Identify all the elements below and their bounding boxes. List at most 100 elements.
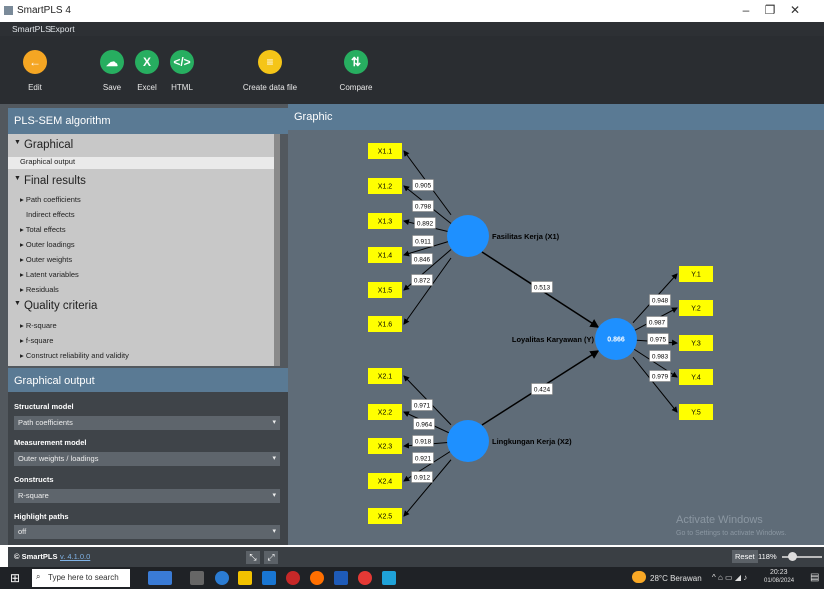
close-icon[interactable]: ✕ (785, 3, 805, 17)
indicator-label: X2.2 (378, 410, 393, 417)
tree-item-label: Construct reliability and validity (25, 351, 129, 360)
html-file-icon: </> (170, 50, 194, 74)
indicator-label: X1.5 (378, 288, 393, 295)
file-explorer-icon[interactable] (238, 571, 252, 585)
loading-arrow (632, 356, 678, 413)
taskbar-widget-icon[interactable] (148, 571, 172, 585)
chrome-icon[interactable] (358, 571, 372, 585)
y-loading-label: 0.979 (652, 374, 669, 381)
construct-x1-label: Fasilitas Kerja (X1) (492, 232, 560, 241)
construct-x2[interactable] (447, 420, 489, 462)
clock-time[interactable]: 20:23 (770, 569, 788, 576)
maximize-icon[interactable]: ❐ (760, 3, 780, 17)
construct-x1[interactable] (447, 215, 489, 257)
clock-date[interactable]: 01/08/2024 (764, 578, 794, 584)
edit-button[interactable]: ← Edit (5, 50, 65, 92)
x2-loading-label: 0.971 (414, 403, 431, 410)
tree-item-label: Total effects (25, 225, 66, 234)
tree-item-label: Residuals (25, 285, 59, 294)
tree-item-label: f-square (25, 336, 54, 345)
indicator-label: X2.1 (378, 374, 393, 381)
app-icon-red[interactable] (286, 571, 300, 585)
x2-loading-label: 0.964 (416, 422, 433, 429)
left-footer: © SmartPLS v. 4.1.0.0 ⤡ ⤢ (8, 547, 288, 567)
tree-item-path-coefficients[interactable]: ▸ Path coefficients (20, 195, 81, 204)
tree-item-outer-weights[interactable]: ▸ Outer weights (20, 255, 72, 264)
tree-item-label: Path coefficients (25, 195, 81, 204)
reset-button[interactable]: Reset (732, 550, 758, 563)
path-model-diagram[interactable]: X1.1 X1.2 X1.3 X1.4 X1.5 X1.6 X2.1 X2.2 X2.3 X2.4… (288, 130, 824, 545)
tree-item-total-effects[interactable]: ▸ Total effects (20, 225, 66, 234)
create-data-file-button[interactable]: ≡ Create data file (230, 50, 310, 92)
select-value: off (18, 527, 27, 536)
constructs-select[interactable]: R-square ▾ (14, 489, 280, 503)
smartpls-window: SmartPLS 4 – ❐ ✕ SmartPLS Export ← Edit … (0, 0, 824, 589)
store-icon[interactable] (262, 571, 276, 585)
construct-y-label: Loyalitas Karyawan (Y) (512, 335, 595, 344)
search-placeholder: Type here to search (48, 573, 119, 582)
tree-item-graphical-output[interactable]: Graphical output (8, 157, 280, 169)
create-data-file-label: Create data file (242, 83, 298, 92)
tree-section-graphical[interactable]: ▼ Graphical (14, 139, 73, 151)
task-view-icon[interactable] (190, 571, 204, 585)
tree-item-indirect-effects[interactable]: Indirect effects (26, 210, 75, 219)
taskbar-search[interactable]: ⌕ Type here to search (32, 569, 130, 587)
back-arrow-icon: ← (23, 50, 47, 74)
app-icon (4, 6, 13, 15)
x2-loading-label: 0.912 (414, 475, 431, 482)
expand-icon[interactable]: ⤢ (264, 551, 278, 564)
structural-model-select[interactable]: Path coefficients ▾ (14, 416, 280, 430)
path-coefficient-x1-y: 0.513 (534, 285, 551, 292)
x1-loading-label: 0.798 (415, 204, 432, 211)
indicator-label: Y.4 (691, 375, 701, 382)
firefox-icon[interactable] (310, 571, 324, 585)
highlight-paths-select[interactable]: off ▾ (14, 525, 280, 539)
windows-start-icon[interactable]: ⊞ (10, 571, 20, 585)
collapse-triangle-icon: ▼ (14, 175, 21, 182)
indicator-label: Y.2 (691, 306, 701, 313)
indicator-label: Y.1 (691, 272, 701, 279)
highlight-paths-label: Highlight paths (14, 512, 69, 521)
edge-browser-icon[interactable] (215, 571, 229, 585)
tree-item-construct-reliability[interactable]: ▸ Construct reliability and validity (20, 351, 129, 360)
x2-loading-label: 0.921 (415, 456, 432, 463)
notifications-icon[interactable]: ▤ (810, 572, 819, 583)
tree-item-r-square[interactable]: ▸ R-square (20, 321, 57, 330)
smartpls-taskbar-icon[interactable] (382, 571, 396, 585)
tree-section-final-results[interactable]: ▼ Final results (14, 175, 86, 187)
tree-item-f-square[interactable]: ▸ f-square (20, 336, 53, 345)
y-loading-label: 0.975 (650, 337, 667, 344)
measurement-model-label: Measurement model (14, 438, 87, 447)
loading-arrow (403, 459, 452, 517)
indicator-label: Y.3 (691, 341, 701, 348)
tree-item-latent-variables[interactable]: ▸ Latent variables (20, 270, 79, 279)
y-loading-label: 0.987 (649, 320, 666, 327)
measurement-model-select[interactable]: Outer weights / loadings ▾ (14, 452, 280, 466)
path-coefficient-x2-y: 0.424 (534, 387, 551, 394)
compare-button[interactable]: ⇅ Compare (326, 50, 386, 92)
zoom-level: 118% (758, 552, 777, 561)
tree-item-outer-loadings[interactable]: ▸ Outer loadings (20, 240, 75, 249)
menu-smartpls[interactable]: SmartPLS (12, 24, 51, 34)
model-canvas[interactable]: X1.1 X1.2 X1.3 X1.4 X1.5 X1.6 X2.1 X2.2 X2.3 X2.4… (288, 130, 824, 545)
version-link[interactable]: v. 4.1.0.0 (60, 552, 90, 561)
activate-windows-hint: Go to Settings to activate Windows. (676, 530, 787, 537)
tree-section-quality-criteria[interactable]: ▼ Quality criteria (14, 300, 97, 312)
status-bar: Reset 118% (288, 547, 824, 567)
x1-loading-label: 0.872 (414, 278, 431, 285)
minimize-icon[interactable]: – (736, 3, 756, 17)
word-icon[interactable] (334, 571, 348, 585)
weather-text[interactable]: 28°C Berawan (650, 574, 702, 583)
tree-scrollbar[interactable] (274, 134, 280, 366)
indicator-label: X2.3 (378, 444, 393, 451)
tree-item-label: Latent variables (25, 270, 79, 279)
menu-export[interactable]: Export (50, 24, 75, 34)
html-label: HTML (171, 83, 193, 92)
collapse-icon[interactable]: ⤡ (246, 551, 260, 564)
tree-item-residuals[interactable]: ▸ Residuals (20, 285, 59, 294)
indicator-label: X2.5 (378, 514, 393, 521)
system-tray-icons[interactable]: ^ ⌂ ▭ ◢ ♪ (712, 573, 747, 582)
html-button[interactable]: </> HTML (152, 50, 212, 92)
final-results-label: Final results (23, 175, 86, 187)
zoom-slider-handle[interactable] (788, 552, 797, 561)
